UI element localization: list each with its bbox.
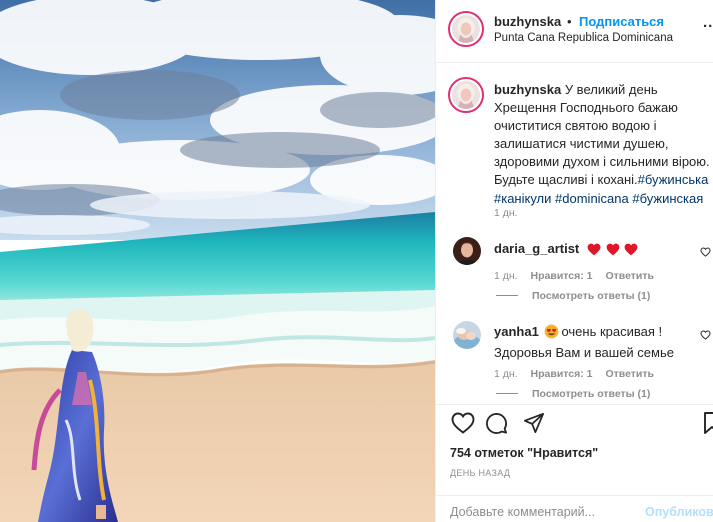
author-avatar[interactable] xyxy=(448,11,484,47)
comment-username[interactable]: daria_g_artist xyxy=(494,241,579,256)
hashtag[interactable]: #dominicana xyxy=(555,191,629,206)
comment-time[interactable]: 1 дн. xyxy=(494,270,518,282)
follow-button[interactable]: Подписаться xyxy=(579,14,664,29)
post-date[interactable]: ДЕНЬ НАЗАД xyxy=(450,468,510,478)
comment-time[interactable]: 1 дн. xyxy=(494,368,518,380)
heart-icon[interactable] xyxy=(451,412,475,434)
beach-photo xyxy=(0,0,435,522)
comment-likes[interactable]: Нравится: 1 xyxy=(531,270,593,282)
hashtag[interactable]: #канікули xyxy=(494,191,551,206)
heart-eyes-emoji xyxy=(544,324,559,344)
red-heart-emoji xyxy=(624,243,638,256)
heart-emoji-group xyxy=(587,243,639,261)
caption-time[interactable]: 1 дн. xyxy=(494,207,518,219)
reply-button[interactable]: Ответить xyxy=(605,270,654,282)
separator-dot: • xyxy=(567,14,572,29)
comment-meta: 1 дн. Нравится: 1 Ответить xyxy=(494,368,664,380)
post-header: buzhynska • Подписаться Punta Cana Repub… xyxy=(436,0,713,63)
hashtag[interactable]: #бужинская xyxy=(632,191,703,206)
view-replies-label: Посмотреть ответы (1) xyxy=(532,388,651,400)
heart-icon[interactable] xyxy=(700,247,711,257)
comment-input[interactable] xyxy=(450,505,640,519)
share-icon[interactable] xyxy=(523,412,545,434)
comment-avatar[interactable] xyxy=(453,237,481,265)
caption-username[interactable]: buzhynska xyxy=(494,82,561,97)
post-caption: buzhynska У великий день Хрещення Господ… xyxy=(494,81,710,208)
post-actions: 754 отметок "Нравится" ДЕНЬ НАЗАД Опубли… xyxy=(436,404,713,522)
add-comment-bar: Опубликовать xyxy=(436,495,713,522)
comment-text: daria_g_artist xyxy=(494,240,639,261)
comment-likes[interactable]: Нравится: 1 xyxy=(531,368,593,380)
comment-avatar[interactable] xyxy=(453,321,481,349)
view-replies-button[interactable]: Посмотреть ответы (1) xyxy=(496,388,650,400)
author-username[interactable]: buzhynska xyxy=(494,14,561,29)
publish-button[interactable]: Опубликовать xyxy=(645,505,713,519)
likes-count[interactable]: 754 отметок "Нравится" xyxy=(450,446,598,460)
red-heart-emoji xyxy=(587,243,601,256)
replies-divider xyxy=(496,393,518,394)
comment-icon[interactable] xyxy=(485,412,508,435)
comment-text: yanha1 очень красивая ! Здоровья Вам и в… xyxy=(494,323,704,362)
view-replies-button[interactable]: Посмотреть ответы (1) xyxy=(496,290,650,302)
view-replies-label: Посмотреть ответы (1) xyxy=(532,290,651,302)
heart-icon[interactable] xyxy=(700,330,711,340)
comment-meta: 1 дн. Нравится: 1 Ответить xyxy=(494,270,664,282)
replies-divider xyxy=(496,295,518,296)
post-photo[interactable] xyxy=(0,0,435,522)
more-icon[interactable]: ... xyxy=(703,14,713,31)
red-heart-emoji xyxy=(606,243,619,256)
comment-username[interactable]: yanha1 xyxy=(494,324,539,339)
caption-avatar[interactable] xyxy=(448,77,484,113)
reply-button[interactable]: Ответить xyxy=(605,368,654,380)
post-side-panel: buzhynska • Подписаться Punta Cana Repub… xyxy=(435,0,713,522)
bookmark-icon[interactable] xyxy=(704,412,713,434)
hashtag[interactable]: #бужинська xyxy=(638,172,709,187)
post-location[interactable]: Punta Cana Republica Dominicana xyxy=(494,32,673,44)
